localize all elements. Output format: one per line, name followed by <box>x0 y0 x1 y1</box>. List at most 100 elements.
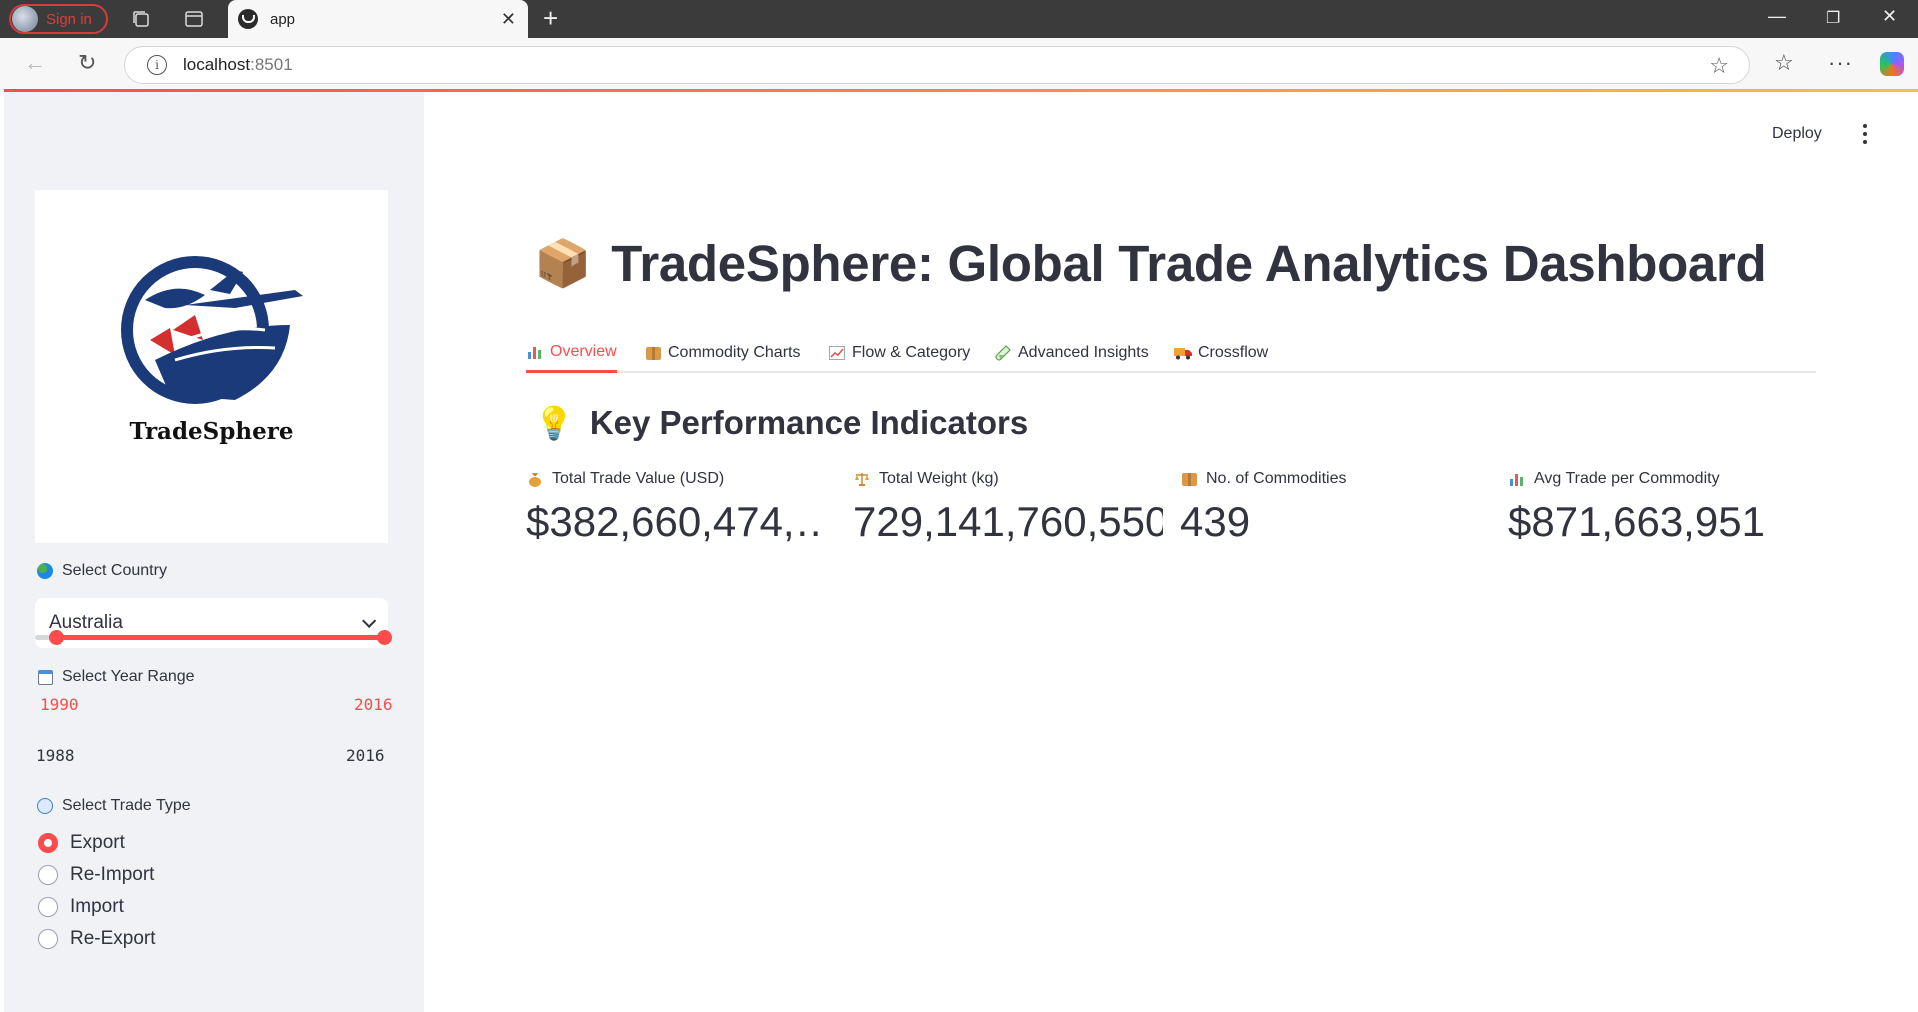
radio-export[interactable]: Export <box>38 832 125 854</box>
metric-value: $871,663,951 <box>1508 498 1765 545</box>
url-host: localhost <box>183 55 251 74</box>
radio-label: Re-Import <box>70 864 155 885</box>
year-range-label: Select Year Range <box>36 668 195 686</box>
web-globe-icon <box>36 797 54 815</box>
metric-label: Total Weight (kg) <box>853 470 1163 488</box>
restore-icon[interactable]: ❐ <box>1826 8 1840 28</box>
country-label-text: Select Country <box>62 562 167 579</box>
tab-label: Commodity Charts <box>668 344 801 361</box>
collections-icon[interactable] <box>131 9 151 29</box>
radio-label: Import <box>70 896 124 917</box>
metric-label: Total Trade Value (USD) <box>526 470 826 488</box>
package-icon <box>644 344 662 362</box>
radio-selected-icon <box>38 833 58 853</box>
tab-commodity-charts[interactable]: Commodity Charts <box>644 333 800 373</box>
browser-address-bar: ← ↻ i localhost:8501 ☆ ☆ ··· <box>0 38 1918 90</box>
year-max: 2016 <box>346 746 385 765</box>
year-slider-max-handle[interactable] <box>377 630 392 645</box>
reload-icon[interactable]: ↻ <box>78 51 96 75</box>
metric-label-text: Total Weight (kg) <box>879 470 999 487</box>
metric-value: 729,141,760,550 <box>853 498 1163 545</box>
country-label: Select Country <box>36 562 167 580</box>
scale-icon <box>853 470 871 488</box>
radio-unselected-icon <box>38 929 58 949</box>
logo-globe-ship-icon <box>121 256 303 404</box>
year-min: 1988 <box>36 746 75 765</box>
tab-label: Overview <box>550 342 617 360</box>
browser-tab-bar: Sign in app ✕ + — ❐ ✕ <box>0 0 1918 38</box>
new-tab-icon[interactable]: + <box>543 4 558 32</box>
metric-value: $382,660,474,… <box>526 498 826 545</box>
radio-label: Re-Export <box>70 928 156 949</box>
calendar-icon <box>36 668 54 686</box>
favorites-icon[interactable]: ☆ <box>1774 50 1794 76</box>
tab-label: Advanced Insights <box>1018 344 1149 361</box>
metric-label-text: Avg Trade per Commodity <box>1534 470 1720 487</box>
tab-overview[interactable]: Overview <box>526 333 617 373</box>
more-tools-icon[interactable]: ··· <box>1828 50 1853 76</box>
page-title: 📦 TradeSphere: Global Trade Analytics Da… <box>534 234 1767 293</box>
main-tabs: Overview Commodity Charts Flow & Categor… <box>526 333 1816 373</box>
deploy-button[interactable]: Deploy <box>1772 125 1822 143</box>
metric-label: No. of Commodities <box>1180 470 1480 488</box>
bar-chart-icon <box>1508 470 1526 488</box>
main-menu-icon[interactable] <box>1862 124 1868 144</box>
tab-title: app <box>270 10 296 28</box>
page-title-text: TradeSphere: Global Trade Analytics Dash… <box>611 235 1767 292</box>
copilot-icon[interactable] <box>1880 52 1904 76</box>
package-icon <box>1180 470 1198 488</box>
tab-label: Flow & Category <box>852 344 971 361</box>
trend-chart-icon <box>828 344 846 362</box>
trade-type-label-text: Select Trade Type <box>62 797 191 814</box>
url-field[interactable]: i localhost:8501 ☆ <box>124 46 1750 84</box>
avatar <box>12 6 38 32</box>
radio-re-export[interactable]: Re-Export <box>38 928 156 950</box>
radio-import[interactable]: Import <box>38 896 124 918</box>
metric-label-text: No. of Commodities <box>1206 470 1347 487</box>
profile-button[interactable]: Sign in <box>9 4 108 34</box>
tab-advanced-insights[interactable]: Advanced Insights <box>994 333 1149 373</box>
favorite-star-icon[interactable]: ☆ <box>1709 53 1729 79</box>
sign-in-label: Sign in <box>46 10 92 28</box>
package-icon: 📦 <box>534 237 592 289</box>
metric-total-weight: Total Weight (kg) 729,141,760,550 <box>853 470 1163 546</box>
tab-actions-icon[interactable] <box>184 9 204 29</box>
metric-label: Avg Trade per Commodity <box>1508 470 1828 488</box>
trade-type-label: Select Trade Type <box>36 797 191 815</box>
money-bag-icon <box>526 470 544 488</box>
bar-chart-icon <box>526 343 544 361</box>
metric-commodities: No. of Commodities 439 <box>1180 470 1480 546</box>
tab-flow-category[interactable]: Flow & Category <box>828 333 970 373</box>
minimize-icon[interactable]: — <box>1768 6 1786 27</box>
tradesphere-logo: TradeSphere <box>35 190 388 543</box>
browser-tab-app[interactable]: app ✕ <box>228 0 528 38</box>
back-icon[interactable]: ← <box>24 51 46 75</box>
kpi-heading-text: Key Performance Indicators <box>589 404 1029 441</box>
sidebar: TradeSphere Select Country Australia Sel… <box>4 92 424 1012</box>
globe-icon <box>36 562 54 580</box>
year-slider-min-handle[interactable] <box>49 630 64 645</box>
tab-crossflow[interactable]: Crossflow <box>1174 333 1268 373</box>
radio-unselected-icon <box>38 865 58 885</box>
test-tube-icon <box>994 344 1012 362</box>
metric-avg-trade: Avg Trade per Commodity $871,663,951 <box>1508 470 1828 546</box>
year-selected-max: 2016 <box>354 695 393 714</box>
radio-label: Export <box>70 832 125 853</box>
metric-total-trade-value: Total Trade Value (USD) $382,660,474,… <box>526 470 826 546</box>
kpi-heading: 💡 Key Performance Indicators <box>534 404 1028 442</box>
streamlit-favicon-icon <box>238 9 258 29</box>
country-select[interactable]: Australia <box>35 598 388 648</box>
metric-value: 439 <box>1180 498 1251 545</box>
radio-unselected-icon <box>38 897 58 917</box>
tab-label: Crossflow <box>1198 344 1269 361</box>
radio-re-import[interactable]: Re-Import <box>38 864 154 886</box>
year-selected-min: 1990 <box>40 695 79 714</box>
light-bulb-icon: 💡 <box>534 405 574 441</box>
chevron-down-icon <box>362 613 377 628</box>
site-info-icon[interactable]: i <box>147 55 167 75</box>
window-close-icon[interactable]: ✕ <box>1882 6 1897 27</box>
year-range-label-text: Select Year Range <box>62 668 195 685</box>
truck-icon <box>1174 344 1192 362</box>
logo-text: TradeSphere <box>129 418 294 445</box>
close-tab-icon[interactable]: ✕ <box>501 9 516 30</box>
